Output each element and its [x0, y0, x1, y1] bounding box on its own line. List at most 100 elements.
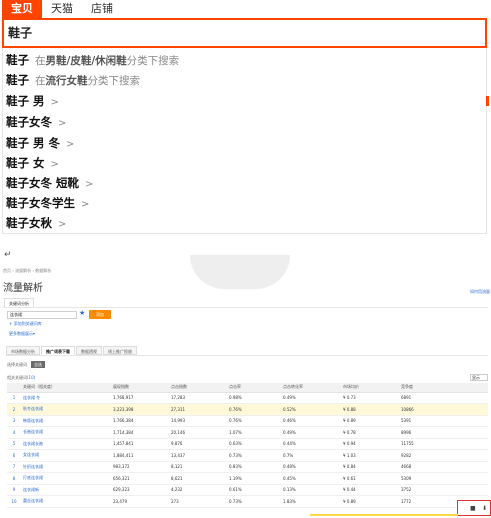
table-cell: 1.19%	[227, 472, 281, 485]
row-number: 2	[7, 403, 21, 416]
row-number: 1	[7, 392, 21, 404]
suggestion-item[interactable]: 鞋子女冬 >	[6, 114, 66, 130]
table-row[interactable]: 8 打底连衣裙 656,321 8,621 1.19% 0.45% ¥ 0.61 5309	[7, 472, 488, 485]
table-cell: 656,321	[111, 472, 169, 485]
divider	[3, 307, 488, 308]
table-cell: ¥ 0.94	[341, 438, 399, 450]
chevron-right-icon: >	[50, 159, 59, 170]
display-select[interactable]: 显示	[470, 374, 488, 381]
table-row[interactable]: 1 连衣裙 冬 1,768,917 17,283 0.98% 0.49% ¥ 0.73 689…	[7, 392, 488, 404]
table-cell: 0.76%	[227, 403, 281, 416]
tab-tmall[interactable]: 天猫	[42, 0, 82, 18]
table-cell: 273	[169, 495, 227, 508]
table-row[interactable]: 7 针织连衣裙 983,372 8,121 0.83% 0.48% ¥ 0.84 4668	[7, 461, 488, 473]
suggestion-query: 鞋子	[6, 53, 29, 67]
suggestion-item[interactable]: 鞋子 男 冬 >	[6, 135, 74, 151]
suggestion-item[interactable]: 鞋子女秋 >	[6, 215, 66, 231]
row-number: 5	[7, 438, 21, 450]
keyword-link[interactable]: 连衣裙 冬	[21, 392, 111, 404]
add-button[interactable]: 添加	[89, 310, 111, 319]
suggestion-query: 鞋子女冬学生	[6, 196, 75, 210]
tab-keyword-download[interactable]: 推广词表下载	[41, 346, 75, 355]
row-number: 6	[7, 449, 21, 462]
suggestion-item[interactable]: 鞋子 在流行女鞋分类下搜索	[6, 72, 140, 88]
table-cell: 1,714,384	[111, 426, 169, 439]
select-all-button[interactable]: 全选	[31, 361, 45, 368]
table-row[interactable]: 2 秋冬连衣裙 3,223,398 27,311 0.76% 0.52% ¥ 0.88 108…	[7, 403, 488, 416]
column-header[interactable]: 点击转化率	[281, 383, 341, 393]
table-cell: ¥ 0.73	[341, 392, 399, 404]
download-icon[interactable]: ⬇	[482, 505, 487, 512]
keyword-link[interactable]: 长袖连衣裙	[21, 426, 111, 439]
keyword-link[interactable]: 蕾丝连衣裙	[21, 495, 111, 508]
row-number: 7	[7, 461, 21, 473]
column-header[interactable]: 竞争度	[399, 383, 488, 393]
select-label: 选择关键词	[7, 361, 27, 367]
tab-baobei[interactable]: 宝贝	[2, 0, 42, 18]
table-cell: 6891	[399, 392, 488, 404]
table-cell: ¥ 0.84	[341, 461, 399, 473]
help-link[interactable]: 如何用流量	[470, 289, 490, 295]
table-cell: 0.48%	[281, 461, 341, 473]
keyword-link[interactable]: 连衣裙长袖	[21, 438, 111, 450]
table-row[interactable]: 3 韩版连衣裙 1,766,384 14,993 0.76% 0.46% ¥ 0.89 539…	[7, 415, 488, 427]
column-header[interactable]: 关键词（相关度）	[21, 383, 111, 393]
search-input[interactable]: 鞋子	[2, 18, 487, 48]
keyword-link[interactable]: 连衣裙新	[21, 484, 111, 496]
tab-online-promo[interactable]: 线上推广投放	[103, 346, 137, 355]
keyword-input[interactable]: 连衣裙	[7, 311, 77, 319]
table-cell: 8996	[399, 426, 488, 439]
table-row[interactable]: 9 连衣裙新 629,323 4,232 0.61% 0.13% ¥ 0.44 3752	[7, 484, 488, 496]
table-cell: 1,766,384	[111, 415, 169, 427]
lock-icon[interactable]: ■	[470, 505, 476, 512]
table-row[interactable]: 10 蕾丝连衣裙 23,479 273 0.73% 1.83% ¥ 0.89 1772	[7, 495, 488, 508]
table-cell: 0.45%	[281, 472, 341, 485]
table-row[interactable]: 5 连衣裙长袖 1,457,841 9,876 0.63% 0.44% ¥ 0.94 1175…	[7, 438, 488, 450]
column-header[interactable]: 点击指数	[169, 383, 227, 393]
suggestion-item[interactable]: 鞋子女冬 短靴 >	[6, 175, 93, 191]
chevron-right-icon: >	[85, 179, 94, 190]
tab-shop[interactable]: 店铺	[82, 0, 122, 18]
table-cell: 0.7%	[281, 449, 341, 462]
suggestion-item[interactable]: 鞋子 男 >	[6, 93, 59, 109]
table-cell: ¥ 0.44	[341, 484, 399, 496]
suggestion-item[interactable]: 鞋子女冬学生 >	[6, 195, 89, 211]
analysis-tabs: 市场数据分析 推广词表下载 数据透视 线上推广投放	[6, 346, 138, 355]
table-cell: 0.98%	[227, 392, 281, 404]
suggestion-query: 鞋子女冬 短靴	[6, 176, 80, 190]
table-cell: 0.44%	[281, 438, 341, 450]
table-cell: 0.49%	[281, 392, 341, 404]
column-header[interactable]: 展现指数	[111, 383, 169, 393]
keyword-link[interactable]: 秋冬连衣裙	[21, 403, 111, 416]
keyword-link[interactable]: 打底连衣裙	[21, 472, 111, 485]
suggestion-query: 鞋子	[6, 73, 29, 87]
column-header[interactable]: 点击率	[227, 383, 281, 393]
tab-keyword-analysis[interactable]: 关键词分析	[4, 298, 34, 307]
table-row[interactable]: 4 长袖连衣裙 1,714,384 20,146 1.07% 0.49% ¥ 0.78 899…	[7, 426, 488, 439]
suggestion-item[interactable]: 鞋子 女 >	[6, 155, 59, 171]
suggestion-item[interactable]: 鞋子 在男鞋/皮鞋/休闲鞋分类下搜索	[6, 52, 179, 68]
table-cell: 0.63%	[227, 438, 281, 450]
column-header[interactable]: 市场均价	[341, 383, 399, 393]
more-data-link[interactable]: 更多数据展示▾	[9, 331, 35, 337]
star-icon[interactable]: ★	[79, 309, 85, 317]
keyword-link[interactable]: 针织连衣裙	[21, 461, 111, 473]
return-icon: ↵	[4, 250, 12, 260]
keyword-link[interactable]: 女连衣裙	[21, 449, 111, 462]
keyword-link[interactable]: 韩版连衣裙	[21, 415, 111, 427]
table-cell: 1.07%	[227, 426, 281, 439]
add-to-library-link[interactable]: + 添加到关键词库	[9, 321, 42, 327]
table-cell: 23,479	[111, 495, 169, 508]
background-shape	[190, 255, 290, 289]
table-header-row: 关键词（相关度） 展现指数 点击指数 点击率 点击转化率 市场均价 竞争度	[7, 383, 488, 393]
table-cell: 0.46%	[281, 415, 341, 427]
suggestion-query: 鞋子 男	[6, 94, 45, 108]
table-row[interactable]: 6 女连衣裙 1,884,411 13,437 0.73% 0.7% ¥ 1.03 9282	[7, 449, 488, 462]
suggestion-query: 鞋子女冬	[6, 115, 52, 129]
chevron-right-icon: >	[66, 139, 75, 150]
tab-market-data[interactable]: 市场数据分析	[6, 346, 40, 355]
keyword-table: 关键词（相关度） 展现指数 点击指数 点击率 点击转化率 市场均价 竞争度 1连…	[7, 383, 488, 508]
table-cell: 14,993	[169, 415, 227, 427]
tab-data-pivot[interactable]: 数据透视	[76, 346, 102, 355]
table-cell: 17,283	[169, 392, 227, 404]
